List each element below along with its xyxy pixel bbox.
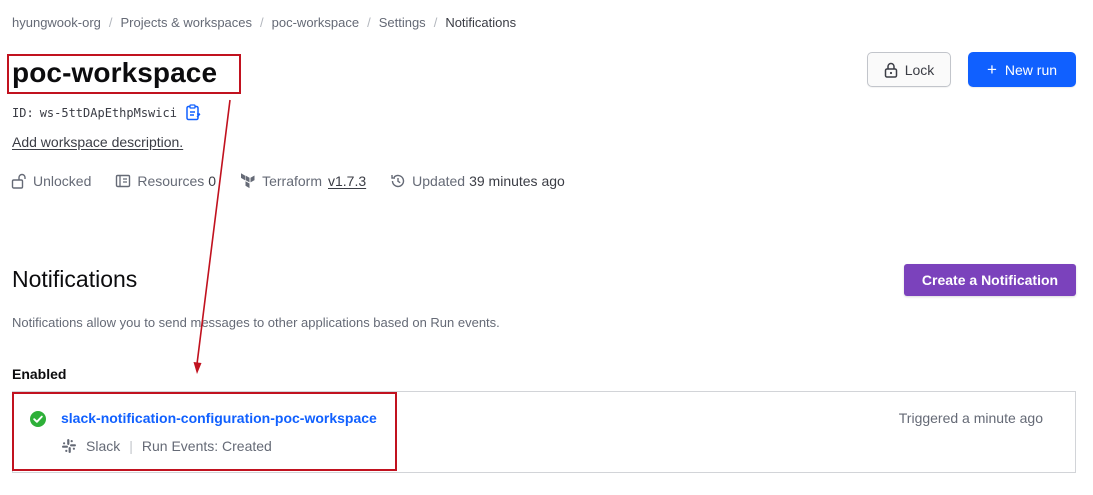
breadcrumb-workspace[interactable]: poc-workspace [272,15,359,30]
breadcrumb-projects[interactable]: Projects & workspaces [121,15,253,30]
workspace-id-label: ID: [12,105,34,120]
lock-button-label: Lock [904,61,935,78]
notification-events: Run Events: Created [141,438,272,454]
breadcrumb-separator: / [367,15,371,30]
breadcrumb-org[interactable]: hyungwook-org [12,15,101,30]
resources-value: 0 [208,173,217,189]
details-separator: | [129,438,133,454]
updated-label: Updated [412,173,466,189]
resources-icon [115,173,131,189]
unlock-icon [11,173,27,189]
notification-destination: Slack [86,438,121,454]
terraform-version: Terraform v1.7.3 [240,173,366,189]
lock-status: Unlocked [11,173,91,189]
workspace-id-row: ID: ws-5ttDApEthpMswici [12,104,201,121]
breadcrumb: hyungwook-org / Projects & workspaces / … [12,15,516,30]
terraform-icon [240,173,256,189]
lock-status-text: Unlocked [33,173,92,189]
resources-count: Resources 0 [115,173,216,189]
terraform-version-link[interactable]: v1.7.3 [328,173,366,189]
notification-triggered-time: Triggered a minute ago [898,410,1043,426]
add-description-link[interactable]: Add workspace description. [12,134,183,150]
notifications-description: Notifications allow you to send messages… [12,315,500,330]
breadcrumb-notifications: Notifications [445,15,517,30]
workspace-id-value: ws-5ttDApEthpMswici [39,105,177,120]
new-run-button[interactable]: + New run [968,52,1076,87]
breadcrumb-settings[interactable]: Settings [379,15,426,30]
plus-icon: + [986,59,997,79]
notification-name-link[interactable]: slack-notification-configuration-poc-wor… [61,410,377,426]
page-title: poc-workspace [12,57,218,88]
slack-icon [61,438,77,454]
new-run-button-label: New run [1004,61,1058,78]
lock-icon [884,62,898,78]
updated-time: Updated 39 minutes ago [390,173,565,189]
updated-value: 39 minutes ago [469,173,565,189]
breadcrumb-separator: / [260,15,264,30]
check-circle-icon [29,410,47,433]
resources-label: Resources [137,173,205,189]
breadcrumb-separator: / [108,15,113,30]
clipboard-icon[interactable] [185,104,201,121]
history-icon [390,173,406,189]
terraform-label: Terraform [262,173,322,189]
workspace-meta: Unlocked Resources 0 Terraform v1.7.3 Up… [11,173,589,189]
notifications-heading: Notifications [12,266,138,292]
create-notification-button[interactable]: Create a Notification [904,264,1076,296]
lock-button[interactable]: Lock [867,52,951,87]
notification-details: Slack | Run Events: Created [61,438,272,454]
enabled-heading: Enabled [12,366,67,382]
breadcrumb-separator: / [433,15,438,30]
notification-list-item: slack-notification-configuration-poc-wor… [12,391,1076,473]
